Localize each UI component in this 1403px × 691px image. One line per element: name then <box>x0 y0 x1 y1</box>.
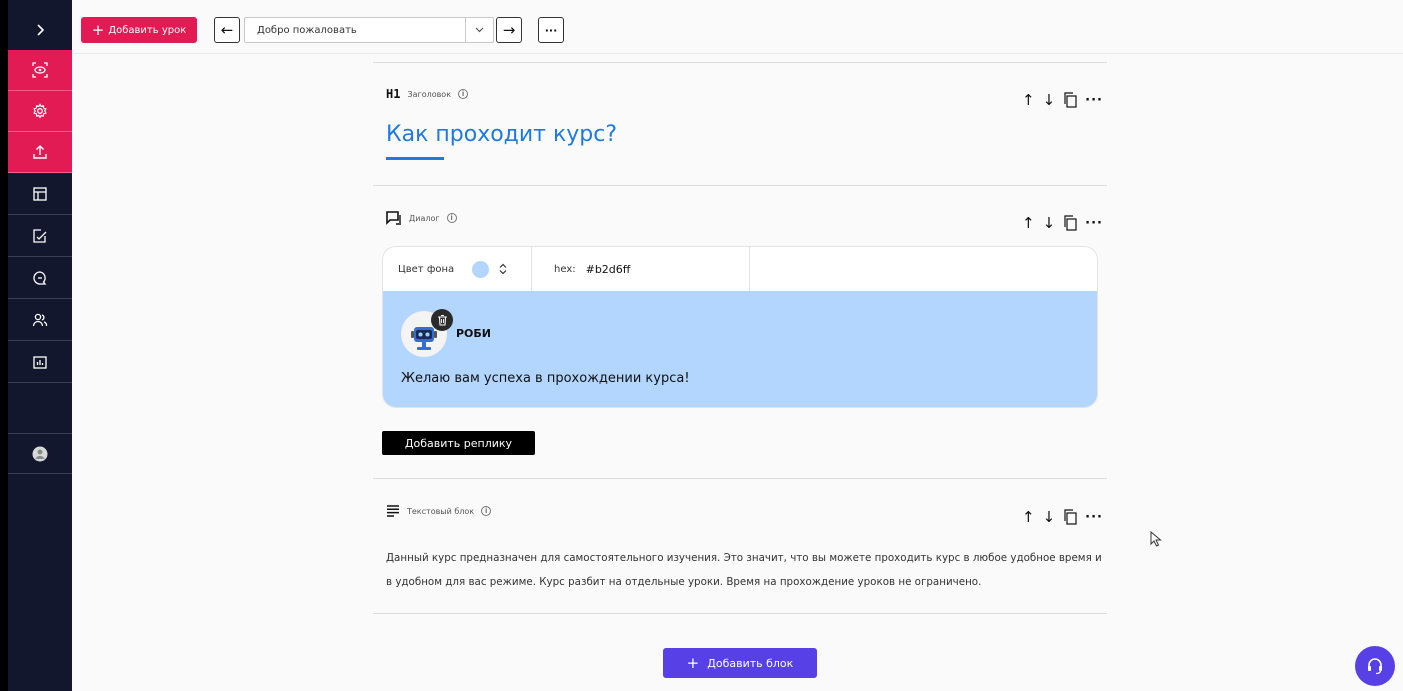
add-lesson-button[interactable]: + Добавить урок <box>81 17 197 43</box>
info-icon[interactable]: i <box>446 213 457 223</box>
copy-icon[interactable] <box>1063 509 1077 525</box>
delete-speaker-button[interactable] <box>431 309 453 331</box>
trash-icon <box>437 314 447 326</box>
mouse-cursor-icon <box>1150 531 1162 547</box>
dialog-style-toolbar: Цвет фона hex: #b2d6ff <box>383 247 1097 291</box>
dialog-replica[interactable]: Желаю вам успеха в прохождении курса! <box>401 371 690 386</box>
sidebar-item-analytics[interactable] <box>8 342 72 383</box>
lesson-select-value: Добро пожаловать <box>257 24 357 36</box>
sidebar-item-tasks[interactable] <box>8 216 72 257</box>
stepper-icon[interactable] <box>499 263 507 275</box>
dialog-icon <box>386 211 401 225</box>
block-divider <box>373 613 1107 614</box>
chevron-down-icon[interactable] <box>465 18 493 42</box>
text-lines-icon <box>387 505 399 517</box>
block-divider <box>373 185 1107 186</box>
move-up-icon[interactable]: ↑ <box>1022 508 1035 526</box>
top-toolbar: + Добавить урок ← Добро пожаловать → ··· <box>72 0 1403 54</box>
add-block-button[interactable]: + Добавить блок <box>663 648 817 678</box>
sidebar-panel <box>8 0 72 691</box>
block-more-icon[interactable]: ··· <box>1085 93 1103 108</box>
dialog-block-tools: ↑ ↓ ··· <box>1022 214 1106 232</box>
profile-avatar-icon <box>32 446 48 461</box>
color-swatch[interactable] <box>472 260 490 278</box>
copy-icon[interactable] <box>1063 215 1077 231</box>
sidebar-item-upload[interactable] <box>8 132 72 173</box>
move-down-icon[interactable]: ↓ <box>1043 214 1056 232</box>
heading-text[interactable]: Как проходит курс? <box>386 122 617 147</box>
heading-block-header: H1 Заголовок i <box>386 87 469 101</box>
text-block-body[interactable]: Данный курс предназначен для самостоятел… <box>386 546 1108 594</box>
lesson-select[interactable]: Добро пожаловать <box>244 17 494 43</box>
chevron-right-icon <box>37 24 45 36</box>
support-chat-button[interactable] <box>1355 646 1395 686</box>
bg-color-label: Цвет фона <box>398 263 455 275</box>
add-lesson-label: Добавить урок <box>108 24 187 36</box>
dialog-block-type-label: Диалог <box>409 213 440 223</box>
heading-block-type-label: Заголовок <box>407 89 452 99</box>
block-more-icon[interactable]: ··· <box>1085 510 1103 525</box>
next-lesson-button[interactable]: → <box>496 17 522 43</box>
info-icon[interactable]: i <box>458 89 469 99</box>
dialog-block-header: Диалог i <box>386 211 457 225</box>
edit-document-icon <box>33 229 47 243</box>
text-block-header: Текстовый блок i <box>386 505 492 517</box>
arrow-right-icon: → <box>502 21 516 39</box>
more-dots-icon: ··· <box>544 23 558 37</box>
chat-search-icon <box>33 271 47 285</box>
dialog-card: Цвет фона hex: #b2d6ff РОБИ Желаю вам ус… <box>382 246 1098 408</box>
text-block-tools: ↑ ↓ ··· <box>1022 508 1106 526</box>
hex-label: hex: <box>554 263 576 275</box>
block-more-icon[interactable]: ··· <box>1085 216 1103 231</box>
sidebar-item-chat[interactable] <box>8 258 72 299</box>
copy-icon[interactable] <box>1063 92 1077 108</box>
analytics-icon <box>33 356 47 369</box>
more-options-button[interactable]: ··· <box>538 17 564 43</box>
speaker-name[interactable]: РОБИ <box>456 327 491 340</box>
sidebar-expand-button[interactable] <box>8 10 72 50</box>
prev-lesson-button[interactable]: ← <box>214 17 240 43</box>
h1-icon: H1 <box>386 87 401 101</box>
upload-icon <box>33 145 47 159</box>
info-icon[interactable]: i <box>481 506 492 516</box>
move-up-icon[interactable]: ↑ <box>1022 214 1035 232</box>
move-down-icon[interactable]: ↓ <box>1043 508 1056 526</box>
sidebar-item-layout[interactable] <box>8 174 72 215</box>
headset-icon <box>1368 658 1382 675</box>
block-divider <box>373 478 1107 479</box>
move-up-icon[interactable]: ↑ <box>1022 91 1035 109</box>
users-icon <box>32 313 48 327</box>
gear-icon <box>33 103 47 119</box>
sidebar-item-profile[interactable] <box>8 433 72 474</box>
block-divider <box>373 62 1107 63</box>
bg-color-picker[interactable]: Цвет фона <box>383 247 532 291</box>
sidebar-item-users[interactable] <box>8 300 72 341</box>
dialog-body: РОБИ Желаю вам успеха в прохождении курс… <box>383 291 1097 407</box>
add-reply-button[interactable]: Добавить реплику <box>382 431 535 455</box>
layout-icon <box>33 187 47 201</box>
add-block-label: Добавить блок <box>707 656 794 670</box>
plus-icon: + <box>686 654 700 672</box>
eye-preview-icon <box>32 62 48 78</box>
sidebar-item-preview[interactable] <box>8 50 72 91</box>
hex-value[interactable]: #b2d6ff <box>586 263 631 276</box>
arrow-left-icon: ← <box>220 21 234 39</box>
sidebar <box>0 0 72 691</box>
plus-icon: + <box>91 20 105 39</box>
move-down-icon[interactable]: ↓ <box>1043 91 1056 109</box>
heading-block-tools: ↑ ↓ ··· <box>1022 91 1106 109</box>
heading-underline <box>386 157 444 160</box>
hex-field[interactable]: hex: #b2d6ff <box>532 247 750 291</box>
text-block-type-label: Текстовый блок <box>407 506 475 516</box>
sidebar-item-settings[interactable] <box>8 91 72 132</box>
